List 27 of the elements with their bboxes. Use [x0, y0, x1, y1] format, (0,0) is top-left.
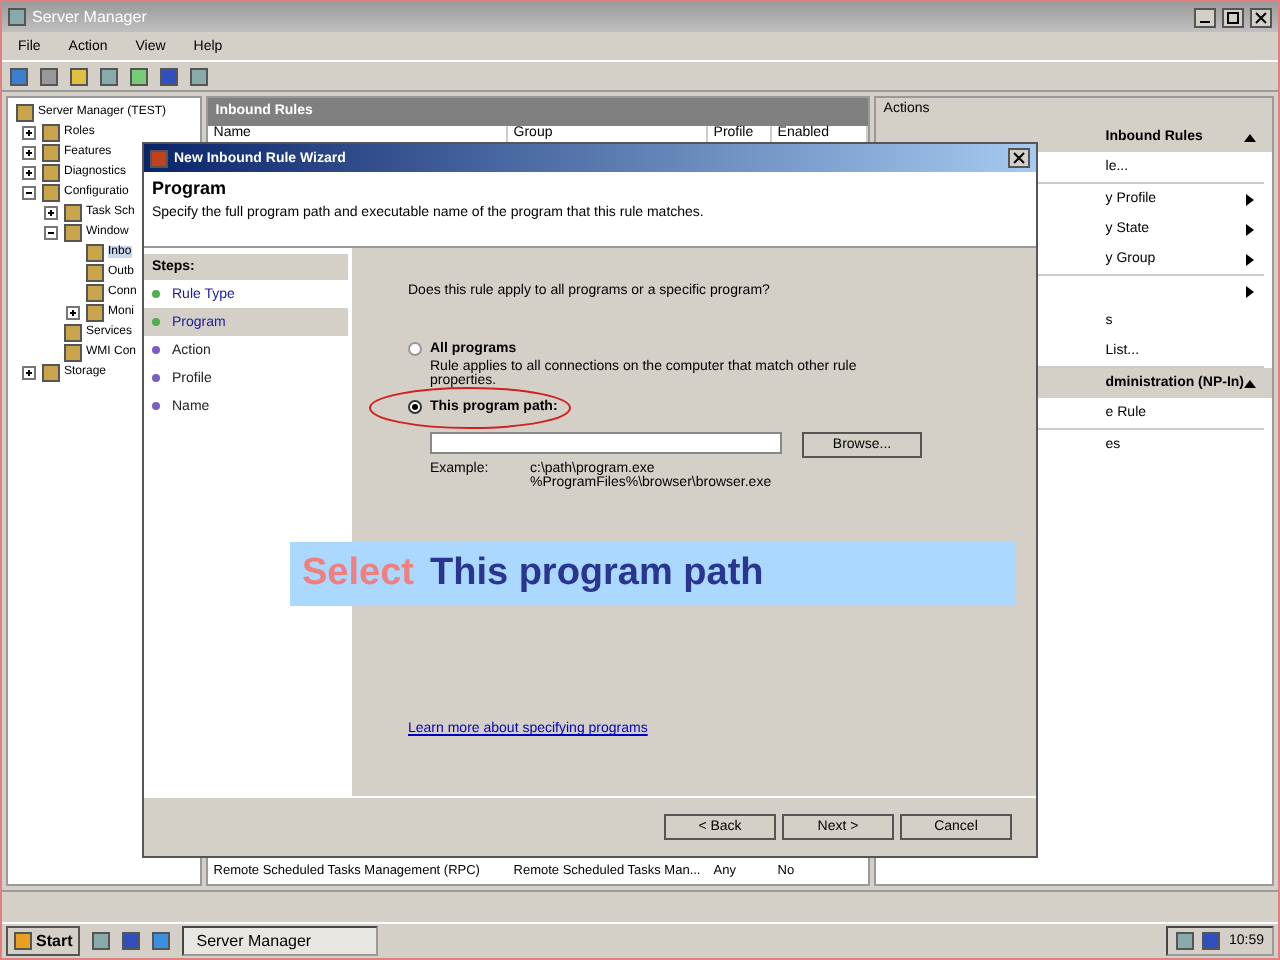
radio-button[interactable]	[408, 400, 422, 414]
collapse-arrow-icon	[1244, 131, 1256, 143]
taskbar-button[interactable]: Server Manager	[182, 926, 379, 956]
page-heading: Program	[152, 178, 229, 198]
window-title: Server Manager	[32, 8, 147, 26]
close-button[interactable]	[1008, 148, 1030, 168]
minimize-button[interactable]	[1194, 7, 1216, 27]
collapse-arrow-icon	[1244, 377, 1256, 389]
submenu-arrow-icon	[1244, 193, 1256, 205]
start-button[interactable]: Start	[6, 926, 81, 956]
expand-icon[interactable]	[22, 125, 36, 139]
close-button[interactable]	[1250, 7, 1272, 27]
expand-icon[interactable]	[44, 205, 58, 219]
submenu-arrow-icon	[1244, 285, 1256, 297]
collapse-icon[interactable]	[44, 225, 58, 239]
maximize-button[interactable]	[1222, 7, 1244, 27]
expand-icon[interactable]	[66, 305, 80, 319]
radio-button[interactable]	[408, 342, 422, 356]
callout-text: This program path	[429, 552, 764, 596]
expand-icon[interactable]	[22, 365, 36, 379]
submenu-arrow-icon	[1244, 253, 1256, 265]
expand-icon[interactable]	[22, 145, 36, 159]
expand-icon[interactable]	[22, 165, 36, 179]
submenu-arrow-icon	[1244, 223, 1256, 235]
path-field[interactable]	[430, 432, 782, 454]
callout-lead: Select	[302, 552, 414, 596]
collapse-icon[interactable]	[22, 185, 36, 199]
